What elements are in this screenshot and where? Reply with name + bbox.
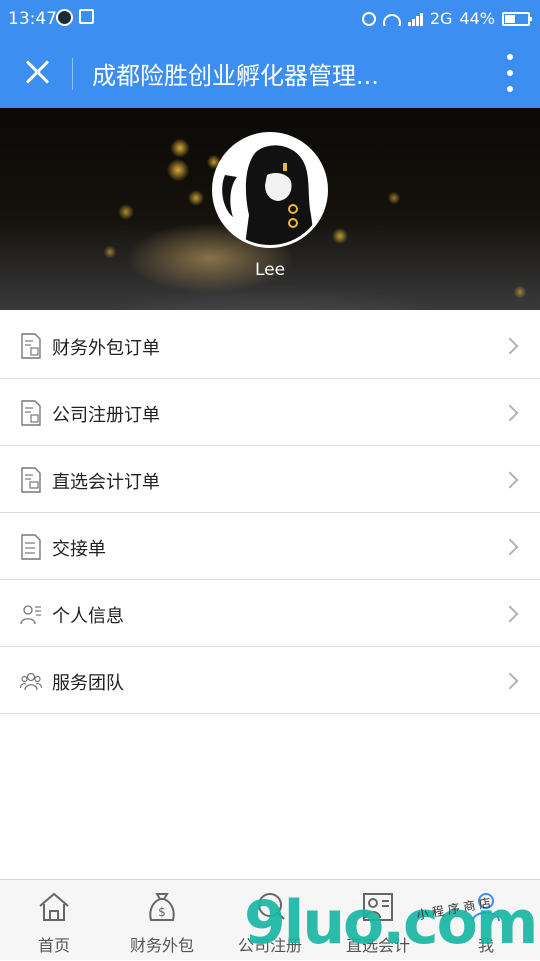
menu-item-handover[interactable]: 交接单 <box>0 513 540 580</box>
menu-item-label: 个人信息 <box>52 606 124 627</box>
home-icon <box>39 892 69 921</box>
bottom-tab-bar: 首页 $ 财务外包 公司注册 直选会计 我 <box>0 879 540 960</box>
status-bar: 13:47 2G 44% <box>0 0 540 38</box>
network-type: 2G <box>429 9 453 28</box>
username: Lee <box>254 260 286 280</box>
tab-label: 我 <box>477 936 494 955</box>
menu-item-personal-info[interactable]: 个人信息 <box>0 580 540 647</box>
chevron-right-icon <box>501 471 519 489</box>
order-document-icon <box>21 467 41 493</box>
profile-banner: Lee <box>0 108 540 310</box>
more-dot-icon <box>507 70 513 76</box>
menu-item-label: 交接单 <box>52 539 106 560</box>
menu-list: 财务外包订单 公司注册订单 直选会计订单 交接单 个人信息 服务团队 <box>0 312 540 714</box>
order-document-icon <box>21 333 41 359</box>
chevron-right-icon <box>501 538 519 556</box>
menu-item-company-register-orders[interactable]: 公司注册订单 <box>0 379 540 446</box>
chevron-right-icon <box>501 337 519 355</box>
tab-label: 首页 <box>37 936 70 955</box>
person-info-icon <box>20 605 41 625</box>
signal-icon <box>407 12 423 26</box>
wifi-icon <box>382 12 401 26</box>
order-document-icon <box>21 400 41 426</box>
svg-text:$: $ <box>158 905 166 919</box>
menu-item-label: 财务外包订单 <box>52 338 160 359</box>
avatar[interactable] <box>212 132 328 248</box>
accountant-icon <box>363 893 393 921</box>
company-register-icon <box>258 893 285 920</box>
battery-percent: 44% <box>459 9 495 28</box>
tab-accountant[interactable]: 直选会计 <box>324 880 432 961</box>
battery-icon <box>502 11 532 26</box>
user-icon <box>472 893 500 922</box>
chevron-right-icon <box>501 672 519 690</box>
battery-level-fill <box>505 14 515 23</box>
tab-label: 财务外包 <box>129 936 194 955</box>
team-icon <box>20 672 42 691</box>
app-notification-icon <box>56 9 73 26</box>
tab-label: 公司注册 <box>237 936 302 955</box>
more-options-button[interactable] <box>504 54 516 92</box>
status-right-icons: 2G 44% <box>361 9 532 28</box>
status-time: 13:47 <box>8 9 57 29</box>
more-dot-icon <box>507 54 513 60</box>
page-title: 成都险胜创业孵化器管理... <box>92 62 379 90</box>
tab-label: 直选会计 <box>345 936 410 955</box>
chevron-right-icon <box>501 605 519 623</box>
tab-home[interactable]: 首页 <box>0 880 108 961</box>
alarm-icon <box>361 11 376 26</box>
status-notification-icons <box>56 9 94 26</box>
more-dot-icon <box>507 86 513 92</box>
close-button[interactable] <box>20 55 54 89</box>
tab-me[interactable]: 我 <box>432 880 540 961</box>
tab-company-register[interactable]: 公司注册 <box>216 880 324 961</box>
chevron-right-icon <box>501 404 519 422</box>
title-divider <box>72 58 73 90</box>
menu-item-label: 直选会计订单 <box>52 472 160 493</box>
title-bar: 成都险胜创业孵化器管理... <box>0 38 540 108</box>
menu-item-label: 服务团队 <box>52 673 124 694</box>
scan-notification-icon <box>79 9 94 24</box>
menu-item-accountant-orders[interactable]: 直选会计订单 <box>0 446 540 513</box>
menu-item-service-team[interactable]: 服务团队 <box>0 647 540 714</box>
menu-item-finance-outsourcing-orders[interactable]: 财务外包订单 <box>0 312 540 379</box>
handover-list-icon <box>21 534 41 560</box>
tab-finance-outsourcing[interactable]: $ 财务外包 <box>108 880 216 961</box>
menu-item-label: 公司注册订单 <box>52 405 160 426</box>
money-bag-icon: $ <box>149 893 175 921</box>
avatar-image <box>215 135 325 245</box>
